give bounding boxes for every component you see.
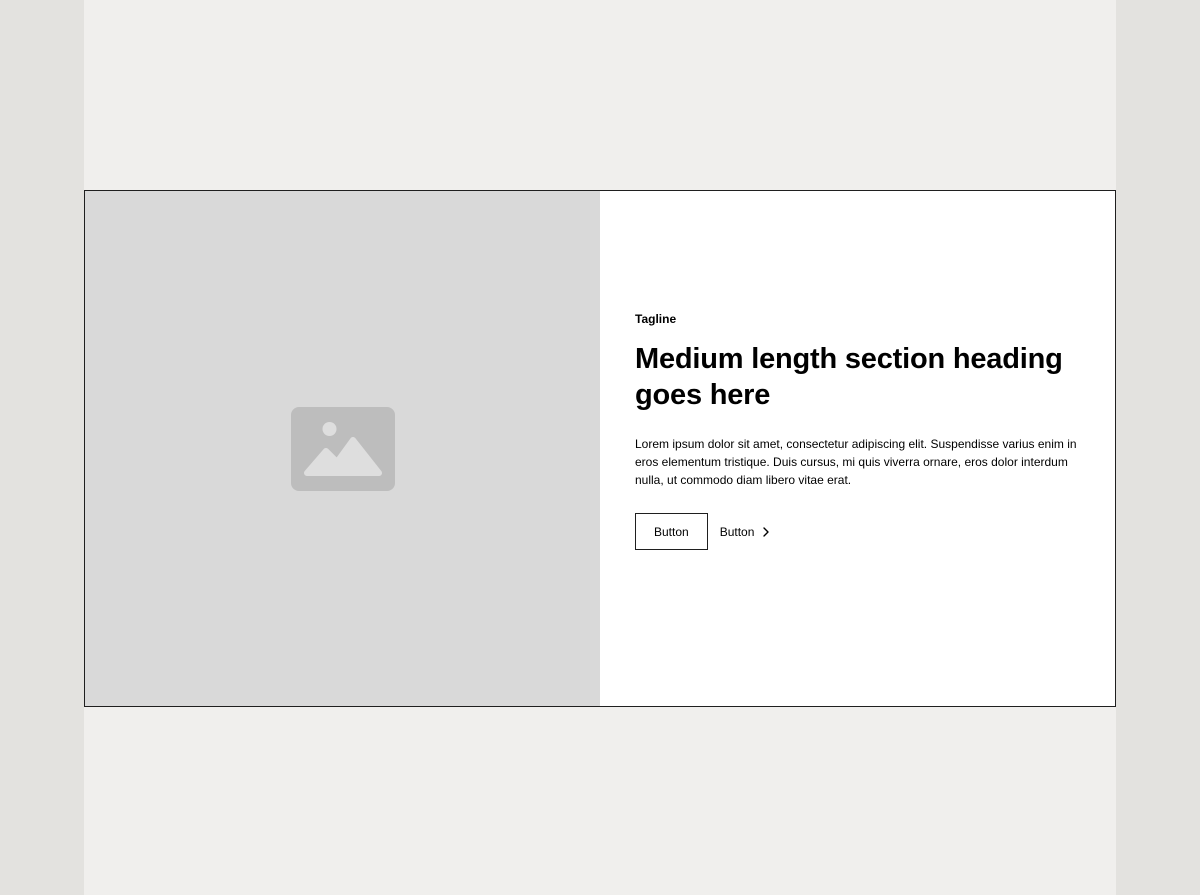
image-placeholder bbox=[85, 191, 600, 706]
chevron-right-icon bbox=[763, 526, 770, 537]
image-placeholder-icon bbox=[291, 407, 395, 491]
primary-button[interactable]: Button bbox=[635, 513, 708, 550]
section-heading: Medium length section heading goes here bbox=[635, 343, 1063, 411]
button-group: Button Button bbox=[635, 513, 1079, 550]
tagline: Tagline bbox=[635, 312, 677, 326]
header-section: Tagline Medium length section heading go… bbox=[84, 190, 1116, 707]
section-content: Tagline Medium length section heading go… bbox=[600, 191, 1115, 706]
section-body-text: Lorem ipsum dolor sit amet, consectetur … bbox=[635, 437, 1077, 487]
secondary-button[interactable]: Button bbox=[720, 525, 771, 539]
secondary-button-label: Button bbox=[719, 524, 755, 539]
